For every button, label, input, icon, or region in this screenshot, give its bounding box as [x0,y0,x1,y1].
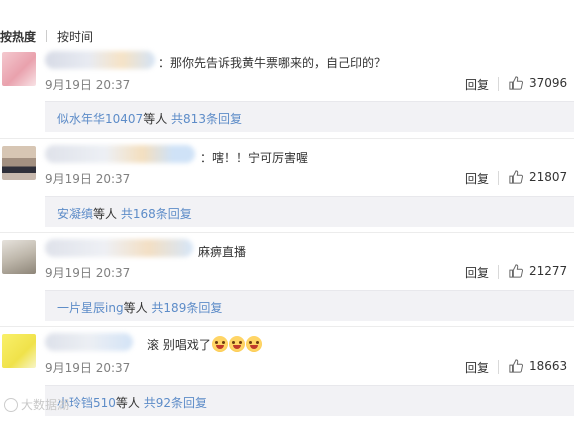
sub-reply-user-link[interactable]: 安凝缜 [57,207,93,221]
and-others-label: 等人 [123,301,148,315]
sort-by-hot-tab[interactable]: 按热度 [0,28,36,45]
sort-divider [46,30,48,42]
comment-date: 9月19日 20:37 [45,361,131,375]
and-others-label: 等人 [115,396,140,410]
total-suffix: 条回复 [171,396,208,410]
avatar[interactable] [2,240,36,274]
comment-date: 9月19日 20:37 [45,172,131,186]
sub-replies-summary: 小玲铛510等人 共92条回复 [57,394,207,411]
like-button[interactable]: 37096 [509,76,567,90]
sub-replies-summary: 似水年华10407等人 共813条回复 [57,110,242,127]
username-blurred[interactable] [45,239,193,257]
comment-divider [0,326,574,327]
action-divider [498,171,499,185]
total-replies-count: 92 [155,396,172,410]
and-others-label: 等人 [93,207,118,221]
sub-reply-user-link[interactable]: 一片星辰ing [57,301,124,315]
total-suffix: 条回复 [205,112,242,126]
sort-bar: 按热度 按时间 [0,26,93,46]
total-prefix: 共 [120,207,133,221]
sub-replies-box[interactable]: 似水年华10407等人 共813条回复 [45,101,574,132]
comment-date: 9月19日 20:37 [45,78,131,92]
thumbs-up-icon [509,264,523,278]
username-blurred[interactable] [45,145,195,163]
total-prefix: 共 [171,112,184,126]
total-suffix: 条回复 [186,301,223,315]
comment-text: 滚 别唱戏了 [147,336,262,353]
like-count: 21277 [529,264,568,278]
comment-text-content: 滚 别唱戏了 [147,338,211,352]
comment-text: 麻痹直播 [198,245,247,259]
reply-button[interactable]: 回复 [465,76,489,93]
and-others-label: 等人 [143,112,168,126]
crying-laughing-emoji-icon [211,336,228,352]
like-count: 21807 [529,170,568,184]
sub-replies-summary: 一片星辰ing等人 共189条回复 [57,299,222,316]
like-button[interactable]: 21277 [509,264,567,278]
total-replies-link[interactable]: 共189条回复 [151,301,222,315]
reply-button[interactable]: 回复 [465,264,489,281]
comment-divider [0,232,574,233]
username-blurred[interactable] [45,333,133,351]
sub-replies-box[interactable]: 一片星辰ing等人 共189条回复 [45,290,574,321]
total-prefix: 共 [151,301,164,315]
action-divider [498,265,499,279]
like-button[interactable]: 18663 [509,359,567,373]
thumbs-up-icon [509,76,523,90]
watermark-text: 大数据湖 [21,398,70,412]
thumbs-up-icon [509,359,523,373]
total-replies-link[interactable]: 共813条回复 [171,112,242,126]
reply-button[interactable]: 回复 [465,170,489,187]
total-replies-count: 168 [132,207,156,221]
avatar[interactable] [2,146,36,180]
sub-replies-summary: 安凝缜等人 共168条回复 [57,205,192,222]
crying-laughing-emoji-icon [228,336,245,352]
total-replies-count: 813 [183,112,206,126]
sub-reply-user-link[interactable]: 似水年华10407 [57,112,143,126]
sort-by-time-tab[interactable]: 按时间 [57,28,93,45]
like-count: 37096 [529,76,568,90]
like-count: 18663 [529,359,568,373]
crying-laughing-emoji-icon [245,336,262,352]
comment-text: ：那你先告诉我黄牛票哪来的，自己印的？ [158,56,387,70]
total-suffix: 条回复 [155,207,192,221]
watermark: 大数据湖 [4,396,69,413]
total-prefix: 共 [143,396,156,410]
action-divider [498,77,499,91]
watermark-logo-icon [4,397,18,412]
total-replies-count: 189 [163,301,187,315]
comment-date: 9月19日 20:37 [45,266,131,280]
total-replies-link[interactable]: 共168条回复 [121,207,192,221]
sub-replies-box[interactable]: 小玲铛510等人 共92条回复 [45,385,574,416]
avatar[interactable] [2,334,36,368]
thumbs-up-icon [509,170,523,184]
comment-divider [0,138,574,139]
username-blurred[interactable] [45,51,155,69]
sub-replies-box[interactable]: 安凝缜等人 共168条回复 [45,196,574,227]
total-replies-link[interactable]: 共92条回复 [144,396,207,410]
like-button[interactable]: 21807 [509,170,567,184]
reply-button[interactable]: 回复 [465,359,489,376]
comment-text: ：嗐！！宁可厉害喔 [200,151,309,165]
avatar[interactable] [2,52,36,86]
action-divider [498,360,499,374]
